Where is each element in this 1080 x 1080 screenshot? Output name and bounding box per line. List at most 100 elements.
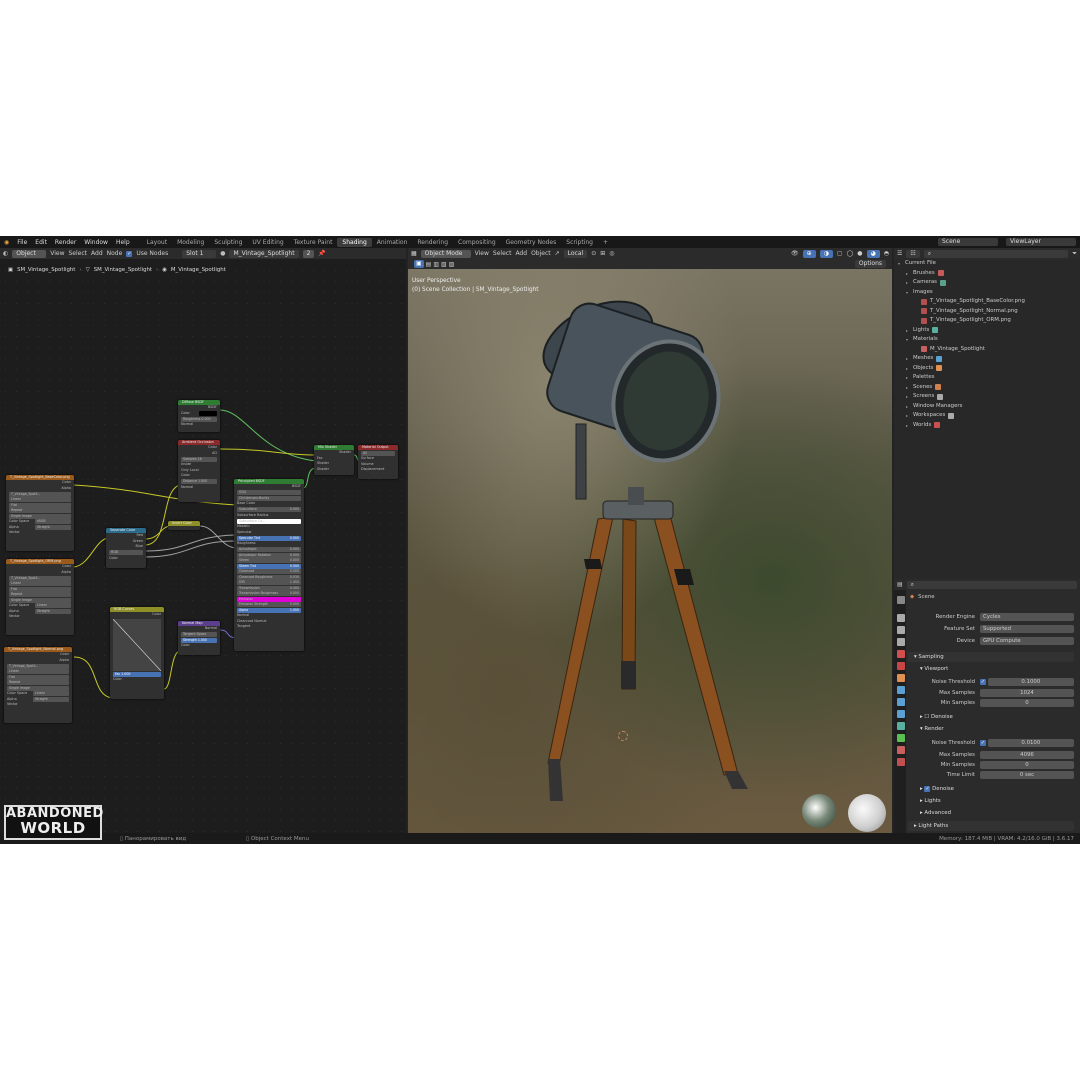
shading-solid-icon[interactable]: ● [857, 250, 862, 257]
expand-icon[interactable]: ▸ [906, 373, 910, 383]
outliner-item[interactable]: ▾ Images [894, 288, 1080, 298]
object-tab-icon[interactable] [897, 674, 905, 682]
expand-icon[interactable]: ▸ [906, 364, 910, 374]
expand-icon[interactable]: ▸ [906, 411, 910, 421]
interpolation-dropdown[interactable]: Linear [9, 497, 71, 502]
modifier-tab-icon[interactable] [897, 686, 905, 694]
principled-input-subsurface[interactable]: Subsurface 0.000 [237, 507, 301, 512]
node-image-texture-normal[interactable]: T_Vintage_Spotlight_Normal.png Color Alp… [4, 647, 72, 723]
principled-input-sheen-tint[interactable]: Sheen Tint 0.500 [237, 563, 301, 569]
breadcrumb-mesh[interactable]: SM_Vintage_Spotlight [94, 267, 152, 273]
node-normal-map[interactable]: Normal Map Normal Tangent Space Strength… [178, 621, 220, 655]
subsurface-method-dropdown[interactable]: Christensen-Burley [237, 495, 301, 501]
alpha-mode-dropdown[interactable]: Straight [35, 608, 71, 614]
principled-input-subsurface-co[interactable]: Subsurface Co... [237, 518, 301, 524]
render-tab-icon[interactable] [897, 614, 905, 622]
proportional-icon[interactable]: ◎ [609, 250, 614, 257]
outliner-item[interactable]: ▸ Brushes [894, 269, 1080, 279]
object-mode-dropdown[interactable]: Object Mode [420, 249, 471, 258]
node-mix-shader[interactable]: Mix Shader Shader Fac Shader Shader [314, 445, 354, 475]
expand-icon[interactable]: ▸ [906, 421, 910, 431]
tab-geometry-nodes[interactable]: Geometry Nodes [501, 238, 562, 247]
select-invert-icon[interactable]: ▨ [449, 261, 455, 268]
projection-dropdown[interactable]: Flat [9, 502, 71, 508]
breadcrumb-object[interactable]: SM_Vintage_Spotlight [17, 267, 75, 273]
properties-type-icon[interactable]: ▤ [897, 581, 903, 588]
menu-window[interactable]: Window [80, 239, 112, 246]
orientation-dropdown[interactable]: Local [563, 249, 588, 258]
source-dropdown[interactable]: Single Image [7, 685, 69, 691]
add-workspace-button[interactable]: + [598, 238, 613, 247]
filter-icon[interactable]: ⏷ [1072, 250, 1077, 258]
image-file-field[interactable]: T_Vintage_Spotli... [9, 491, 71, 497]
colorspace-dropdown[interactable]: Linear [35, 603, 71, 608]
tab-texture-paint[interactable]: Texture Paint [289, 238, 338, 247]
orientation-icon[interactable]: ↗ [555, 250, 560, 257]
outliner-item[interactable]: ▾ Materials [894, 335, 1080, 345]
tool-tab-icon[interactable] [897, 596, 905, 604]
image-file-field[interactable]: T_Vintage_Spotli... [9, 575, 71, 581]
distribution-dropdown[interactable]: GGX [237, 490, 301, 495]
tab-scripting[interactable]: Scripting [561, 238, 598, 247]
alpha-mode-dropdown[interactable]: Straight [35, 524, 71, 530]
feature-set-dropdown[interactable]: Supported [980, 625, 1074, 633]
principled-input-clearcoat-roughness[interactable]: Clearcoat Roughness 0.030 [237, 574, 301, 580]
source-dropdown[interactable]: Single Image [9, 597, 71, 603]
outliner-item[interactable]: T_Vintage_Spotlight_Normal.png [894, 307, 1080, 317]
denoise-checkbox[interactable]: ✓ [924, 786, 931, 792]
slot-dropdown[interactable]: Slot 1 [182, 249, 217, 258]
constraints-tab-icon[interactable] [897, 722, 905, 730]
principled-input-emission-strength[interactable]: Emission Strength 0.000 [237, 602, 301, 607]
fac-field[interactable]: Fac 1.000 [113, 671, 161, 677]
vp-menu-view[interactable]: View [475, 250, 489, 257]
principled-input-anisotropic-rotation[interactable]: Anisotropic Rotation 0.000 [237, 552, 301, 558]
viewport-noise-threshold-field[interactable]: 0.1000 [987, 678, 1074, 686]
tab-compositing[interactable]: Compositing [453, 238, 501, 247]
tab-shading[interactable]: Shading [337, 237, 372, 247]
tab-layout[interactable]: Layout [142, 238, 172, 247]
principled-input-clearcoat[interactable]: Clearcoat 0.000 [237, 569, 301, 574]
menu-render[interactable]: Render [51, 239, 80, 246]
node-principled-bsdf[interactable]: Principled BSDF BSDF GGX Christensen-Bur… [234, 479, 304, 651]
world-tab-icon[interactable] [897, 662, 905, 670]
pivot-icon[interactable]: ⊙ [591, 250, 596, 257]
device-dropdown[interactable]: GPU Compute [980, 637, 1074, 645]
expand-icon[interactable]: ▸ [906, 354, 910, 364]
blender-logo-icon[interactable]: ◉ [0, 239, 13, 246]
menu-file[interactable]: File [13, 239, 31, 246]
ne-menu-select[interactable]: Select [69, 250, 88, 257]
xray-icon[interactable]: ▢ [837, 250, 843, 257]
node-ambient-occlusion[interactable]: Ambient Occlusion Color AO Samples 16 In… [178, 440, 220, 502]
node-image-texture-orm[interactable]: T_Vintage_Spotlight_ORM.png Color Alpha … [6, 559, 74, 635]
expand-icon[interactable]: ▾ [898, 259, 902, 269]
outliner-item[interactable]: ▸ Scenes [894, 383, 1080, 393]
extension-dropdown[interactable]: Repeat [7, 680, 69, 685]
tab-rendering[interactable]: Rendering [412, 238, 453, 247]
node-image-texture-basecolor[interactable]: T_Vintage_Spotlight_BaseColor.png Color … [6, 475, 74, 551]
principled-input-sheen[interactable]: Sheen 0.000 [237, 558, 301, 563]
pin-icon[interactable]: 📌 [318, 250, 325, 257]
outliner-item[interactable]: M_Vintage_Spotlight [894, 345, 1080, 355]
data-tab-icon[interactable] [897, 734, 905, 742]
expand-icon[interactable]: ▸ [906, 269, 910, 279]
select-mode-icon[interactable]: ▤ [426, 261, 432, 268]
select-extend-icon[interactable]: ▥ [433, 261, 439, 268]
samples-field[interactable]: Samples 16 [181, 456, 217, 462]
expand-icon[interactable]: ▸ [906, 326, 910, 336]
output-tab-icon[interactable] [897, 626, 905, 634]
render-subpanel-header[interactable]: ▾ Render [914, 724, 1074, 734]
tab-animation[interactable]: Animation [372, 238, 413, 247]
colorspace-dropdown[interactable]: sRGB [35, 519, 71, 524]
noise-threshold-checkbox[interactable]: ✓ [980, 679, 986, 685]
vp-menu-add[interactable]: Add [515, 250, 527, 257]
denoise-subpanel-header[interactable]: ▸ ☐ Denoise [914, 712, 1074, 722]
vp-menu-select[interactable]: Select [493, 250, 512, 257]
principled-input-specular-tint[interactable]: Specular Tint 0.000 [237, 535, 301, 541]
expand-icon[interactable]: ▾ [906, 288, 910, 298]
scene-tab-icon[interactable] [897, 650, 905, 658]
outliner-type-icon[interactable]: ☰ [897, 250, 902, 257]
image-file-field[interactable]: T_Vintage_Spotli... [7, 663, 69, 669]
expand-icon[interactable]: ▸ [906, 278, 910, 288]
render-max-samples-field[interactable]: 4096 [980, 751, 1074, 759]
extension-dropdown[interactable]: Repeat [9, 592, 71, 597]
